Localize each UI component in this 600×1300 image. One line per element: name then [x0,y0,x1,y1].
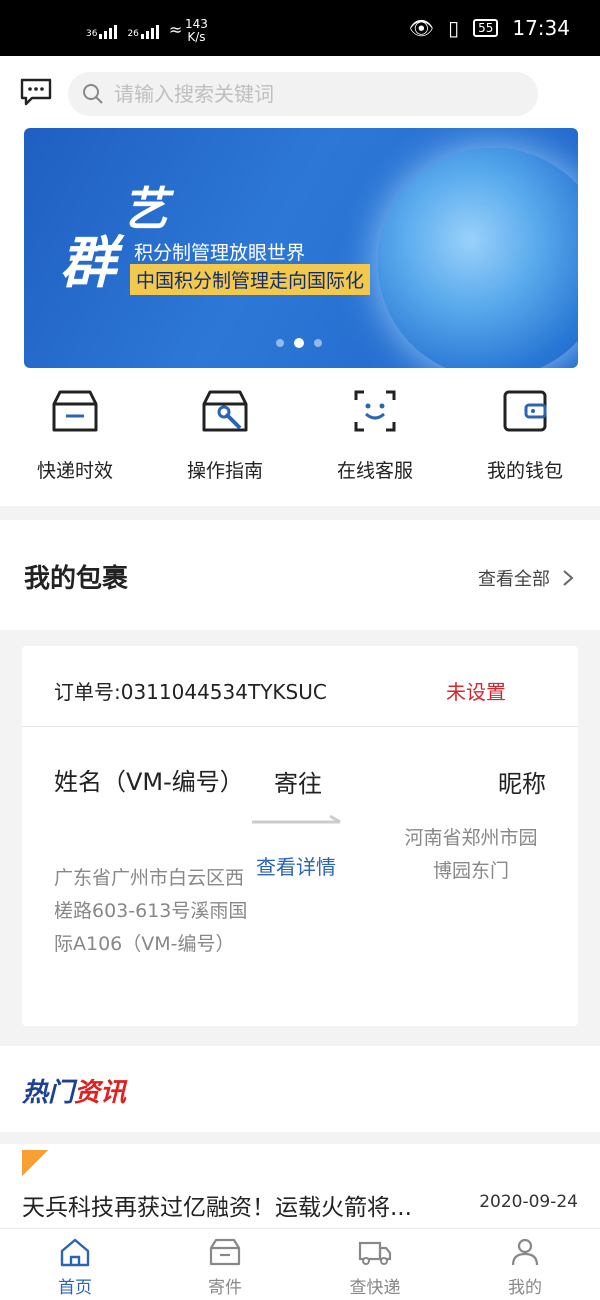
bottom-tab-bar: 首页 寄件 查快递 我的 [0,1228,600,1300]
tab-track[interactable]: 查快递 [300,1229,450,1300]
signal2-label: 26 [127,29,139,39]
section-title: 我的包裹 [24,564,129,594]
network-speed: 143 K/s [185,18,208,44]
banner-slogan-highlight: 中国积分制管理走向国际化 [130,264,371,295]
carousel-dots[interactable] [276,338,322,348]
view-all-label: 查看全部 [478,569,550,590]
my-packages-header: 我的包裹 查看全部 [0,520,600,630]
quick-link-wallet[interactable]: 我的钱包 [450,386,600,483]
wrench-box-icon [202,390,248,432]
carousel-dot[interactable] [276,339,284,347]
tab-home[interactable]: 首页 [0,1229,150,1300]
receiver-name: 昵称 [498,770,546,798]
smile-chat-icon [354,390,396,432]
arrow-right-icon [252,814,341,824]
hot-news-title: 热门资讯 [22,1072,126,1109]
signal-indicators: 36 26 ≈ [86,20,182,39]
sender-name: 姓名（VM-编号） [54,768,244,796]
package-card[interactable]: 订单号:0311044534TYKSUC 未设置 姓名（VM-编号） 广东省广州… [22,646,578,1026]
battery-icon: 55 [473,19,499,37]
message-icon[interactable] [20,78,52,106]
hot-news-header: 热门资讯 [0,1046,600,1132]
quick-link-label: 在线客服 [336,460,413,482]
search-bar[interactable] [68,72,538,116]
order-status: 未设置 [446,680,506,704]
promo-banner[interactable]: 艺 群 积分制管理放眼世界 中国积分制管理走向国际化 [24,128,578,368]
user-icon [511,1238,539,1266]
banner-logo-bottom: 群 [60,230,116,296]
carousel-dot-active[interactable] [294,338,304,348]
chevron-right-icon [563,570,574,586]
tab-mine[interactable]: 我的 [450,1229,600,1300]
quick-link-label: 我的钱包 [486,460,563,482]
carousel-dot[interactable] [314,339,322,347]
package-icon [209,1238,241,1266]
clock: 17:34 [512,16,570,40]
box-icon [52,390,98,432]
sender-address: 广东省广州市白云区西槎路603-613号溪雨国际A106（VM-编号） [54,867,248,955]
signal-icon: 36 [86,23,118,39]
speed-unit: K/s [187,30,206,44]
banner-logo-top: 艺 [122,182,168,236]
hot-title-part2: 资讯 [74,1078,127,1108]
tab-label: 寄件 [208,1278,242,1298]
direction-label: 寄往 [274,770,322,798]
status-bar: 36 26 ≈ 143 K/s 👁 ▯ 55 17:34 [0,0,600,56]
divider [22,726,578,727]
signal1-label: 36 [86,29,98,39]
quick-link-guide[interactable]: 操作指南 [150,386,300,483]
truck-icon [358,1241,392,1265]
quick-links: 快递时效 操作指南 在线客服 我的钱包 [0,386,600,483]
view-all-link[interactable]: 查看全部 [478,565,574,591]
news-date: 2020-09-24 [479,1192,578,1212]
tab-send[interactable]: 寄件 [150,1229,300,1300]
search-input[interactable] [114,82,494,106]
quick-link-label: 操作指南 [186,460,263,482]
hot-title-part1: 热门 [22,1078,75,1108]
signal-icon-2: 26 [127,23,159,39]
search-icon [83,84,103,104]
status-right: 👁 ▯ 55 17:34 [409,16,570,40]
banner-slogan: 积分制管理放眼世界 [134,242,306,264]
receiver-address: 河南省郑州市园博园东门 [404,827,538,882]
vibrate-icon: ▯ [448,16,460,40]
tab-label: 我的 [508,1278,542,1298]
wallet-icon [503,390,547,432]
quick-link-label: 快递时效 [36,460,113,482]
globe-graphic [378,148,578,368]
order-number: 订单号:0311044534TYKSUC [54,680,327,704]
corner-tag-icon [22,1150,48,1176]
news-headline: 天兵科技再获过亿融资！运载火箭将... [22,1195,412,1221]
home-icon [60,1238,90,1267]
view-details-link[interactable]: 查看详情 [256,851,336,880]
quick-link-support[interactable]: 在线客服 [300,386,450,483]
quick-link-delivery-time[interactable]: 快递时效 [0,386,150,483]
news-item[interactable]: 天兵科技再获过亿融资！运载火箭将... 2020-09-24 [0,1144,600,1228]
tab-label: 首页 [58,1278,92,1298]
tab-label: 查快递 [349,1278,401,1298]
wifi-icon: ≈ [168,20,183,39]
eye-icon: 👁 [408,16,435,40]
